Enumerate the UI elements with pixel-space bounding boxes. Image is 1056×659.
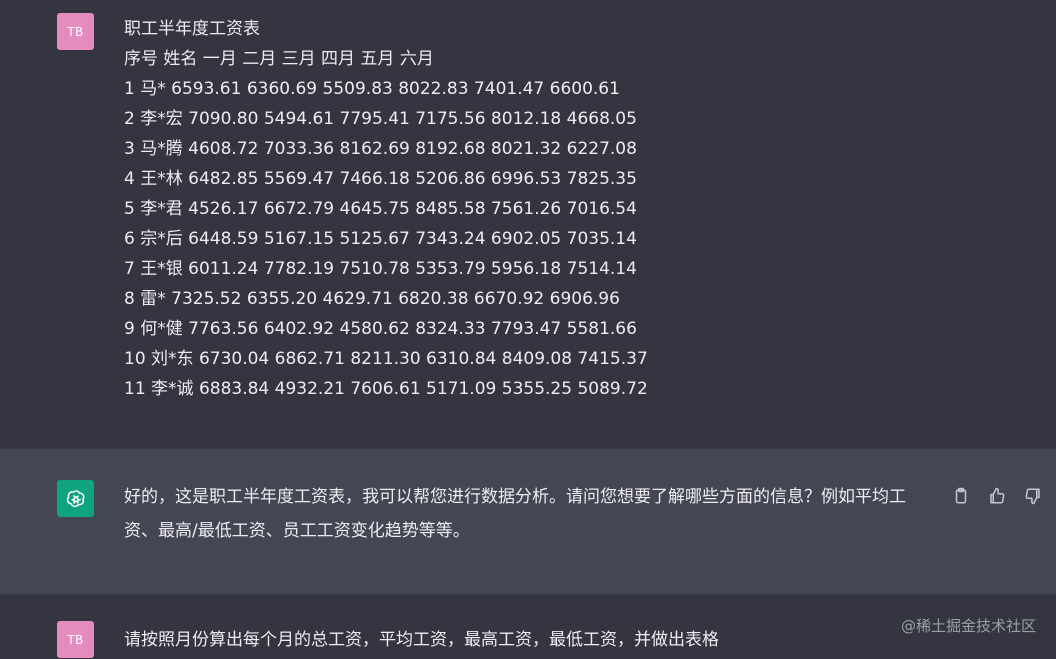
thumbs-up-icon: [988, 487, 1006, 505]
user-avatar: TB: [57, 621, 94, 658]
table-row: 2 李*宏 7090.80 5494.61 7795.41 7175.56 80…: [124, 104, 648, 134]
assistant-message-text: 好的，这是职工半年度工资表，我可以帮您进行数据分析。请问您想要了解哪些方面的信息…: [124, 480, 924, 548]
table-row: 4 王*林 6482.85 5569.47 7466.18 5206.86 69…: [124, 164, 648, 194]
watermark: @稀土掘金技术社区: [901, 615, 1036, 636]
user-message-2-text: 请按照月份算出每个月的总工资，平均工资，最高工资，最低工资，并做出表格: [124, 623, 719, 657]
user-avatar-initials: TB: [67, 633, 83, 647]
table-row: 11 李*诚 6883.84 4932.21 7606.61 5171.09 5…: [124, 374, 648, 404]
table-row: 10 刘*东 6730.04 6862.71 8211.30 6310.84 8…: [124, 344, 648, 374]
user-message-2: TB 请按照月份算出每个月的总工资，平均工资，最高工资，最低工资，并做出表格: [0, 594, 1056, 659]
user-avatar-initials: TB: [67, 25, 83, 39]
table-row: 7 王*银 6011.24 7782.19 7510.78 5353.79 59…: [124, 254, 648, 284]
copy-button[interactable]: [950, 485, 972, 507]
table-row: 5 李*君 4526.17 6672.79 4645.75 8485.58 75…: [124, 194, 648, 224]
openai-logo-icon: [57, 480, 94, 517]
clipboard-icon: [952, 487, 970, 505]
assistant-message: 好的，这是职工半年度工资表，我可以帮您进行数据分析。请问您想要了解哪些方面的信息…: [0, 448, 1056, 595]
user-message-1: TB 职工半年度工资表 序号 姓名 一月 二月 三月 四月 五月 六月 1 马*…: [0, 0, 1056, 448]
thumbs-down-icon: [1024, 487, 1042, 505]
user-message-1-text: 职工半年度工资表 序号 姓名 一月 二月 三月 四月 五月 六月 1 马* 65…: [124, 14, 648, 404]
table-row: 8 雷* 7325.52 6355.20 4629.71 6820.38 667…: [124, 284, 648, 314]
table-row: 3 马*腾 4608.72 7033.36 8162.69 8192.68 80…: [124, 134, 648, 164]
table-title: 职工半年度工资表: [124, 14, 648, 44]
table-header-row: 序号 姓名 一月 二月 三月 四月 五月 六月: [124, 44, 648, 74]
thumbs-up-button[interactable]: [986, 485, 1008, 507]
table-row: 9 何*健 7763.56 6402.92 4580.62 8324.33 77…: [124, 314, 648, 344]
user-avatar: TB: [57, 13, 94, 50]
message-actions: [950, 485, 1044, 507]
table-row: 6 宗*后 6448.59 5167.15 5125.67 7343.24 69…: [124, 224, 648, 254]
table-row: 1 马* 6593.61 6360.69 5509.83 8022.83 740…: [124, 74, 648, 104]
thumbs-down-button[interactable]: [1022, 485, 1044, 507]
